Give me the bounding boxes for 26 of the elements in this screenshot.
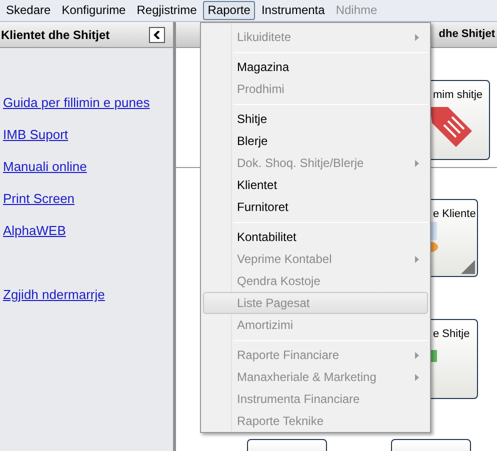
menu-bar-item[interactable]: Instrumenta bbox=[256, 1, 330, 20]
tile-label: mim shitje bbox=[433, 88, 483, 103]
submenu-arrow-icon bbox=[415, 352, 419, 358]
sidebar-link[interactable]: Guida per fillimin e punes bbox=[3, 93, 150, 112]
menu-item[interactable]: Magazina bbox=[203, 56, 428, 78]
panel-title: dhe Shitjet bbox=[438, 27, 495, 42]
menu-bar-item[interactable]: Skedare bbox=[1, 1, 56, 20]
sidebar-link[interactable]: Manuali online bbox=[3, 157, 87, 176]
submenu-arrow-icon bbox=[415, 160, 419, 166]
menu-bar-item[interactable]: Konfigurime bbox=[56, 1, 131, 20]
sidebar-link[interactable]: AlphaWEB bbox=[3, 221, 66, 240]
sidebar-title: Klientet dhe Shitjet bbox=[1, 26, 110, 44]
sidebar-link[interactable]: Zgjidh ndermarrje bbox=[3, 285, 105, 304]
sidebar-link[interactable]: IMB Suport bbox=[3, 125, 68, 144]
submenu-arrow-icon bbox=[415, 256, 419, 262]
submenu-arrow-icon bbox=[415, 34, 419, 40]
sidebar-link[interactable]: Print Screen bbox=[3, 189, 75, 208]
tile-label: e Kliente bbox=[433, 207, 476, 222]
collapse-button[interactable] bbox=[149, 26, 165, 42]
tile-label: e Shitje bbox=[433, 327, 470, 342]
resize-grip-icon bbox=[461, 260, 475, 274]
submenu-arrow-icon bbox=[415, 374, 419, 380]
menu-bar-item[interactable]: Raporte bbox=[202, 1, 256, 20]
menu-item[interactable]: Klientet bbox=[203, 174, 428, 196]
chevron-left-icon bbox=[153, 30, 161, 38]
menu-bar-item[interactable]: Regjistrime bbox=[132, 1, 202, 20]
